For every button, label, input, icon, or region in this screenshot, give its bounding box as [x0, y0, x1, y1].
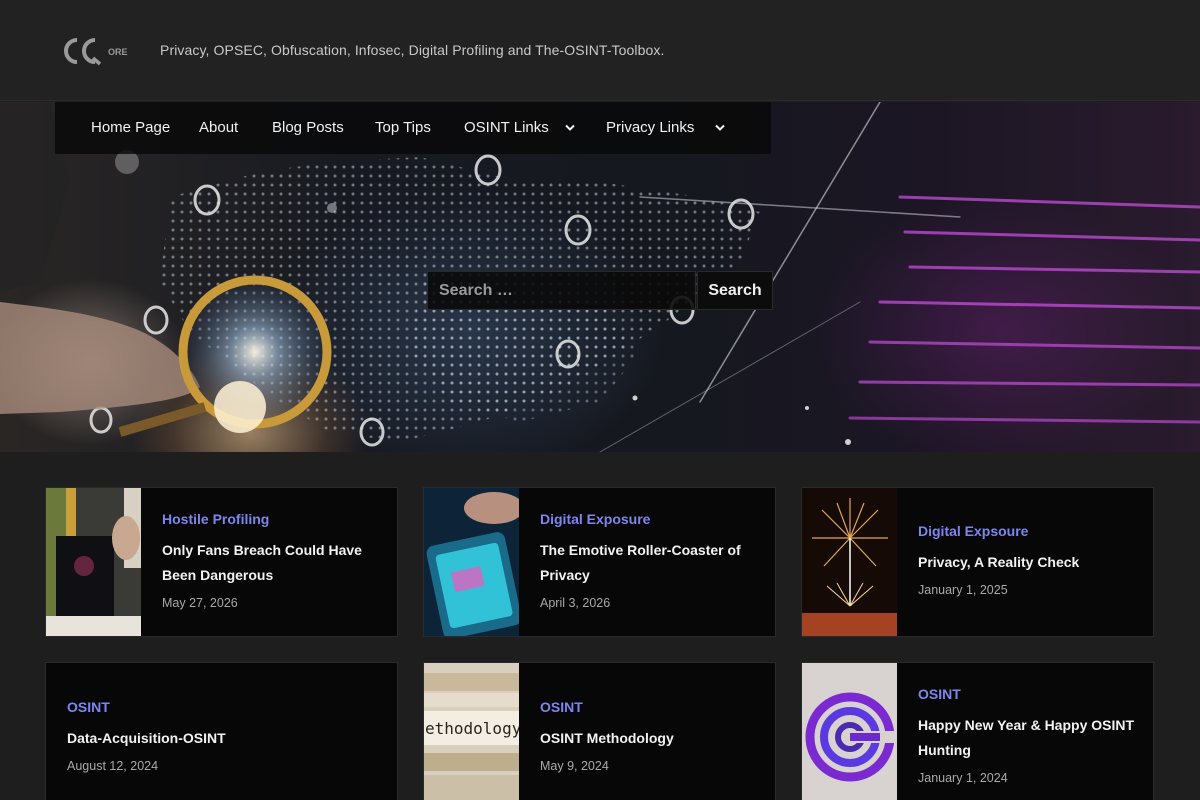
post-date: May 9, 2024 [540, 759, 609, 773]
post-card[interactable]: Digital Expsoure Privacy, A Reality Chec… [801, 487, 1154, 637]
post-title-link[interactable]: Only Fans Breach Could Have Been Dangero… [162, 538, 381, 588]
nav-item-top-tips[interactable]: Top Tips [375, 102, 431, 154]
post-category-link[interactable]: OSINT [540, 699, 759, 715]
post-card[interactable]: ethodology OSINT OSINT Methodology May 9… [423, 662, 776, 800]
nav-item-osint-links[interactable]: OSINT Links [464, 102, 549, 154]
post-category-link[interactable]: Hostile Profiling [162, 511, 381, 527]
post-category-link[interactable]: OSINT [918, 686, 1137, 702]
site-logo[interactable]: ORE [62, 36, 132, 66]
post-date: January 1, 2025 [918, 583, 1008, 597]
post-card[interactable]: OSINT Happy New Year & Happy OSINT Hunti… [801, 662, 1154, 800]
post-date: April 3, 2026 [540, 596, 611, 610]
post-title-link[interactable]: Data-Acquisition-OSINT [67, 726, 381, 751]
post-date: May 27, 2026 [162, 596, 238, 610]
post-thumbnail[interactable] [802, 488, 897, 636]
post-title-link[interactable]: OSINT Methodology [540, 726, 759, 751]
nav-item-blog-posts[interactable]: Blog Posts [272, 102, 344, 154]
post-card[interactable]: Hostile Profiling Only Fans Breach Could… [45, 487, 398, 637]
post-category-link[interactable]: Digital Expsoure [918, 523, 1137, 539]
post-card[interactable]: Digital Exposure The Emotive Roller-Coas… [423, 487, 776, 637]
site-tagline: Privacy, OPSEC, Obfuscation, Infosec, Di… [160, 42, 665, 58]
thumbnail-caption: ethodology [425, 719, 519, 738]
post-thumbnail[interactable]: ethodology [424, 663, 519, 800]
site-header: ORE Privacy, OPSEC, Obfuscation, Infosec… [0, 0, 1200, 101]
search-input[interactable] [427, 271, 696, 310]
nav-item-privacy-links[interactable]: Privacy Links [606, 102, 694, 154]
nav-item-home-page[interactable]: Home Page [91, 102, 170, 154]
search-button[interactable]: Search [697, 271, 773, 310]
post-title-link[interactable]: Privacy, A Reality Check [918, 550, 1137, 575]
post-date: January 1, 2024 [918, 771, 1008, 785]
post-title-link[interactable]: The Emotive Roller-Coaster of Privacy [540, 538, 759, 588]
svg-text:ORE: ORE [108, 47, 128, 57]
privacy-links-chevron-down-icon[interactable] [713, 102, 727, 154]
post-thumbnail[interactable] [46, 488, 141, 636]
osint-links-chevron-down-icon[interactable] [563, 102, 577, 154]
post-title-link[interactable]: Happy New Year & Happy OSINT Hunting [918, 713, 1137, 763]
nav-item-about[interactable]: About [199, 102, 238, 154]
post-thumbnail[interactable] [424, 488, 519, 636]
post-thumbnail[interactable] [802, 663, 897, 800]
post-category-link[interactable]: OSINT [67, 699, 381, 715]
post-date: August 12, 2024 [67, 759, 159, 773]
main-navigation: Home Page About Blog Posts Top Tips OSIN… [55, 102, 771, 154]
post-category-link[interactable]: Digital Exposure [540, 511, 759, 527]
post-card[interactable]: OSINT Data-Acquisition-OSINT August 12, … [45, 662, 398, 800]
